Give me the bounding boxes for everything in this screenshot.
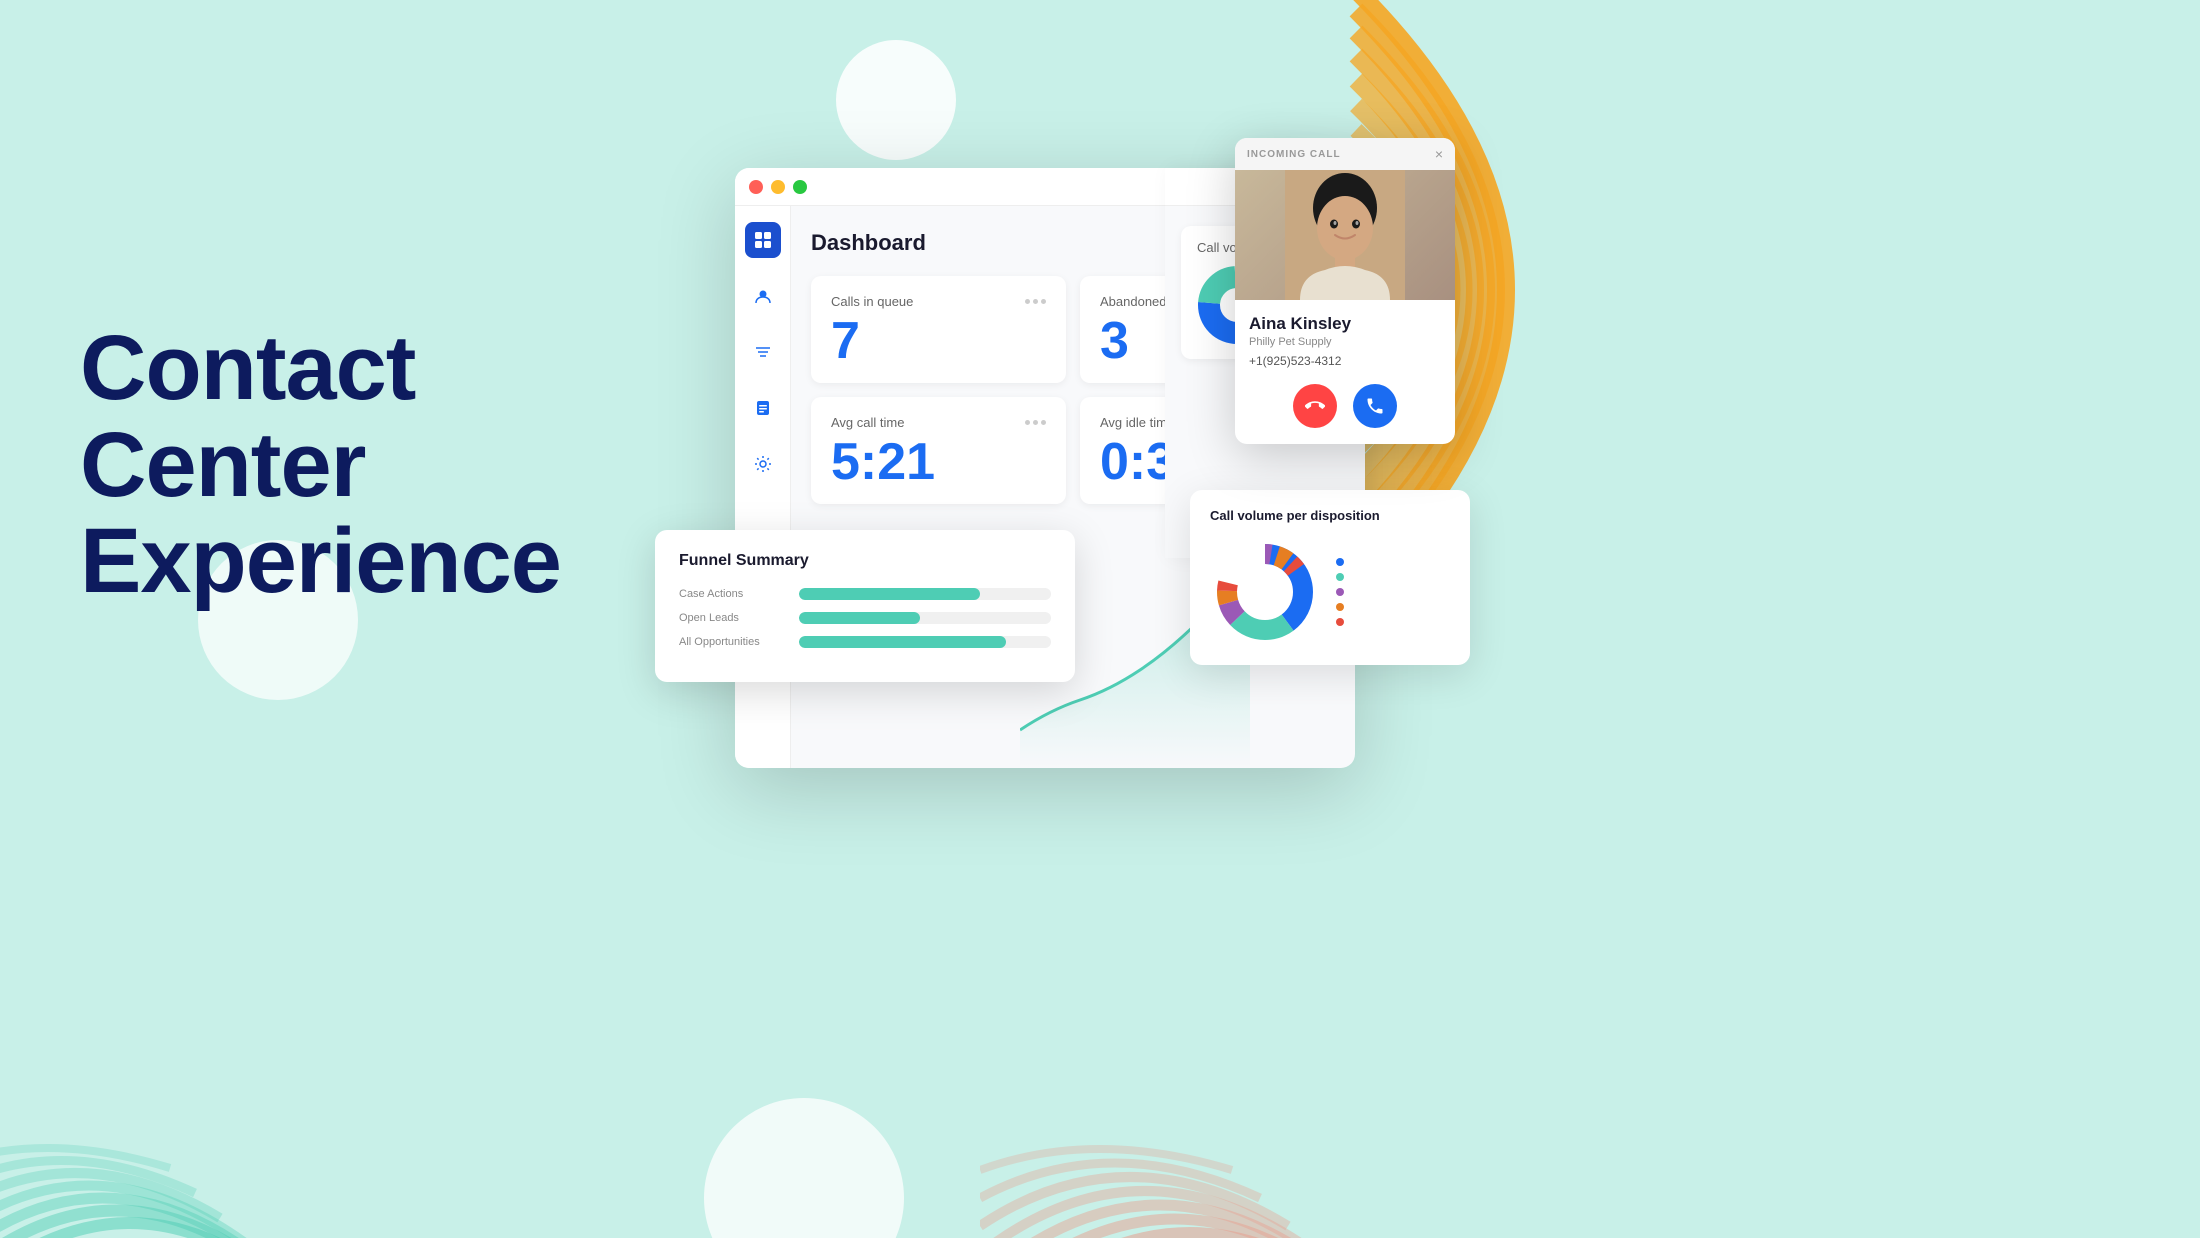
legend-item-1: ● [1336, 558, 1344, 566]
sidebar-item-filter[interactable] [745, 334, 781, 370]
funnel-bar-open-leads [799, 612, 920, 624]
window-dot-green[interactable] [793, 180, 807, 194]
funnel-summary-card: Funnel Summary Case Actions Open Leads A… [655, 530, 1075, 682]
caller-company: Philly Pet Supply [1249, 336, 1441, 348]
decorative-circle-3 [704, 1098, 904, 1238]
sidebar-item-dashboard[interactable] [745, 222, 781, 258]
call-actions [1235, 374, 1455, 444]
legend-item-2: ● [1336, 573, 1344, 581]
funnel-bar-all-opportunities [799, 636, 1006, 648]
hero-title-line1: Contact Center [80, 317, 415, 516]
legend-dot-2 [1336, 573, 1344, 581]
stat-card-avg-call-time: Avg call time 5:21 [811, 397, 1066, 504]
decline-icon [1305, 396, 1325, 416]
caller-phone: +1(925)523-4312 [1249, 354, 1441, 368]
accept-call-button[interactable] [1353, 384, 1397, 428]
sidebar [735, 206, 791, 768]
call-volume-title: Call volume per disposition [1210, 508, 1450, 523]
decorative-circle-1 [836, 40, 956, 160]
legend-item-3: ● [1336, 588, 1344, 596]
call-volume-chart-area: ● ● ● ● ● [1210, 537, 1450, 647]
funnel-bar-bg-2 [799, 612, 1051, 624]
call-volume-card: Call volume per disposition ● ● [1190, 490, 1470, 665]
teal-arcs-decoration [0, 938, 320, 1238]
funnel-label-open-leads: Open Leads [679, 612, 789, 624]
funnel-bar-bg-1 [799, 588, 1051, 600]
contacts-icon [754, 287, 772, 305]
files-icon [754, 399, 772, 417]
window-dot-yellow[interactable] [771, 180, 785, 194]
legend-item-5: ● [1336, 618, 1344, 626]
hero-title-line2: Experience [80, 510, 561, 612]
call-close-button[interactable]: × [1435, 146, 1443, 162]
hero-text-block: Contact Center Experience [80, 320, 620, 610]
funnel-row-all-opportunities: All Opportunities [679, 636, 1051, 648]
funnel-title: Funnel Summary [679, 552, 1051, 570]
legend-item-4: ● [1336, 603, 1344, 611]
stat-card-calls-in-queue: Calls in queue 7 [811, 276, 1066, 383]
donut-chart-container [1210, 537, 1320, 647]
call-header-label: INCOMING CALL [1247, 149, 1341, 160]
call-header: INCOMING CALL × [1235, 138, 1455, 170]
stat-label-calls-in-queue: Calls in queue [831, 294, 1046, 309]
stat-label-avg-call-time: Avg call time [831, 415, 1046, 430]
legend-dot-5 [1336, 618, 1344, 626]
funnel-row-case-actions: Case Actions [679, 588, 1051, 600]
settings-icon [754, 455, 772, 473]
funnel-row-open-leads: Open Leads [679, 612, 1051, 624]
accept-icon [1365, 396, 1385, 416]
donut-chart-svg [1210, 537, 1320, 647]
funnel-label-all-opportunities: All Opportunities [679, 636, 789, 648]
legend-dot-4 [1336, 603, 1344, 611]
caller-info: Aina Kinsley Philly Pet Supply +1(925)52… [1235, 300, 1455, 374]
funnel-label-case-actions: Case Actions [679, 588, 789, 600]
stat-value-calls-in-queue: 7 [831, 315, 1046, 367]
sidebar-item-settings[interactable] [745, 446, 781, 482]
window-dot-red[interactable] [749, 180, 763, 194]
call-volume-legend: ● ● ● ● ● [1336, 558, 1344, 626]
stat-value-avg-call-time: 5:21 [831, 436, 1046, 488]
legend-dot-3 [1336, 588, 1344, 596]
filter-icon [754, 343, 772, 361]
funnel-bar-case-actions [799, 588, 980, 600]
decline-call-button[interactable] [1293, 384, 1337, 428]
legend-dot-1 [1336, 558, 1344, 566]
caller-photo [1235, 170, 1455, 300]
caller-avatar-svg [1285, 170, 1405, 300]
sidebar-item-contacts[interactable] [745, 278, 781, 314]
funnel-bar-bg-3 [799, 636, 1051, 648]
incoming-call-popup: INCOMING CALL × Aina Kinsley Philly P [1235, 138, 1455, 444]
dashboard-icon [754, 231, 772, 249]
stat-dots-1 [1025, 299, 1046, 304]
pink-arcs-decoration [980, 918, 1400, 1238]
sidebar-item-files[interactable] [745, 390, 781, 426]
caller-name: Aina Kinsley [1249, 314, 1441, 334]
stat-dots-3 [1025, 420, 1046, 425]
